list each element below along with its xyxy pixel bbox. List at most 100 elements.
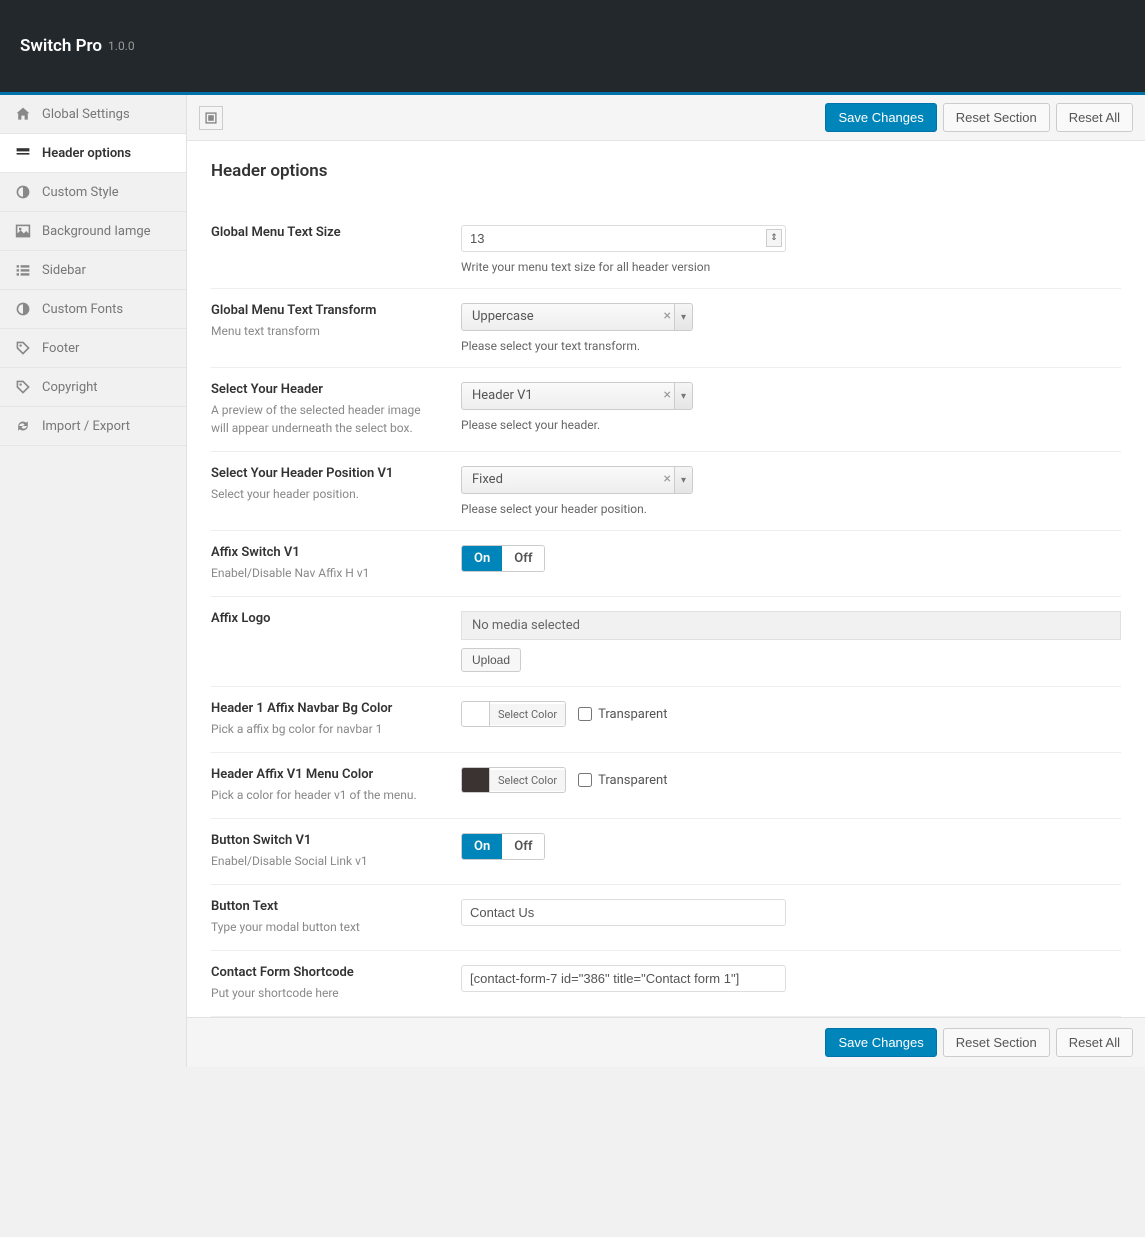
half-circle-icon [14,183,32,201]
clear-icon[interactable]: × [664,387,671,403]
sidebar-item-label: Custom Fonts [42,302,123,317]
tag-icon [14,339,32,357]
expand-icon[interactable] [199,106,223,130]
image-icon [14,222,32,240]
select-value: Header V1 [461,382,693,410]
field-desc: Pick a affix bg color for navbar 1 [211,720,441,738]
sidebar-item-header-options[interactable]: Header options [0,134,186,173]
field-label: Select Your Header Position V1 [211,466,441,481]
reset-all-button[interactable]: Reset All [1056,103,1133,132]
clear-icon[interactable]: × [664,471,671,487]
product-name: Switch Pro [20,36,102,56]
transparent-checkbox[interactable]: Transparent [578,773,667,788]
field-label: Affix Logo [211,611,441,626]
field-label: Affix Switch V1 [211,545,441,560]
half-circle-icon [14,300,32,318]
field-desc: Enabel/Disable Social Link v1 [211,852,441,870]
field-hint: Please select your text transform. [461,339,1121,353]
spinner-icon[interactable]: ⇕ [766,229,782,247]
field-header-position: Select Your Header Position V1 Select yo… [211,452,1121,531]
field-navbar-bg-color: Header 1 Affix Navbar Bg Color Pick a af… [211,687,1121,753]
save-button[interactable]: Save Changes [825,1028,936,1057]
field-hint: Please select your header. [461,418,1121,432]
field-button-switch: Button Switch V1 Enabel/Disable Social L… [211,819,1121,885]
field-desc: Pick a color for header v1 of the menu. [211,786,441,804]
field-hint: Please select your header position. [461,502,1121,516]
text-transform-select[interactable]: Uppercase × ▾ [461,303,693,331]
tag-icon [14,378,32,396]
color-swatch [462,768,490,792]
refresh-icon [14,417,32,435]
sidebar-item-label: Background Iamge [42,224,151,239]
reset-section-button[interactable]: Reset Section [943,1028,1050,1057]
select-color-button[interactable]: Select Color [490,704,565,725]
field-menu-text-transform: Global Menu Text Transform Menu text tra… [211,289,1121,368]
affix-switch-toggle[interactable]: On Off [461,545,545,572]
sidebar-item-custom-fonts[interactable]: Custom Fonts [0,290,186,329]
select-color-button[interactable]: Select Color [490,770,565,791]
list-icon [14,261,32,279]
sidebar-item-label: Custom Style [42,185,119,200]
transparent-checkbox-input[interactable] [578,773,592,787]
toolbar-top: Save Changes Reset Section Reset All [187,95,1145,141]
field-contact-form-shortcode: Contact Form Shortcode Put your shortcod… [211,951,1121,1017]
field-button-text: Button Text Type your modal button text [211,885,1121,951]
field-desc: Select your header position. [211,485,441,503]
sidebar-item-label: Sidebar [42,263,86,278]
transparent-checkbox-input[interactable] [578,707,592,721]
home-icon [14,105,32,123]
toggle-off[interactable]: Off [502,546,544,571]
transparent-checkbox[interactable]: Transparent [578,707,667,722]
button-switch-toggle[interactable]: On Off [461,833,545,860]
sidebar: Global Settings Header options Custom St… [0,95,187,1067]
field-desc: Enabel/Disable Nav Affix H v1 [211,564,441,582]
color-swatch [462,702,490,726]
field-desc: Menu text transform [211,322,441,340]
field-label: Global Menu Text Transform [211,303,441,318]
save-button[interactable]: Save Changes [825,103,936,132]
field-label: Button Switch V1 [211,833,441,848]
reset-section-button[interactable]: Reset Section [943,103,1050,132]
chevron-down-icon[interactable]: ▾ [674,467,692,493]
field-hint: Write your menu text size for all header… [461,260,1121,274]
field-label: Button Text [211,899,441,914]
menu-text-size-input[interactable] [461,225,786,252]
sidebar-item-background-image[interactable]: Background Iamge [0,212,186,251]
shortcode-input[interactable] [461,965,786,992]
sidebar-item-label: Copyright [42,380,98,395]
sidebar-item-custom-style[interactable]: Custom Style [0,173,186,212]
button-text-input[interactable] [461,899,786,926]
field-affix-switch: Affix Switch V1 Enabel/Disable Nav Affix… [211,531,1121,597]
field-affix-logo: Affix Logo No media selected Upload [211,597,1121,687]
sidebar-item-sidebar[interactable]: Sidebar [0,251,186,290]
sidebar-item-footer[interactable]: Footer [0,329,186,368]
field-desc: Type your modal button text [211,918,441,936]
navbar-bg-color-picker[interactable]: Select Color [461,701,566,727]
clear-icon[interactable]: × [664,308,671,324]
sidebar-item-global-settings[interactable]: Global Settings [0,95,186,134]
select-value: Fixed [461,466,693,494]
app-header: Switch Pro 1.0.0 [0,0,1145,95]
card-icon [14,144,32,162]
toggle-off[interactable]: Off [502,834,544,859]
toggle-on[interactable]: On [462,834,502,859]
upload-button[interactable]: Upload [461,648,521,672]
toggle-on[interactable]: On [462,546,502,571]
menu-color-picker[interactable]: Select Color [461,767,566,793]
transparent-label: Transparent [598,707,667,722]
field-menu-color: Header Affix V1 Menu Color Pick a color … [211,753,1121,819]
transparent-label: Transparent [598,773,667,788]
sidebar-item-copyright[interactable]: Copyright [0,368,186,407]
sidebar-item-label: Global Settings [42,107,130,122]
sidebar-item-import-export[interactable]: Import / Export [0,407,186,446]
header-position-select[interactable]: Fixed × ▾ [461,466,693,494]
field-label: Contact Form Shortcode [211,965,441,980]
field-label: Global Menu Text Size [211,225,441,240]
sidebar-item-label: Import / Export [42,419,130,434]
field-menu-text-size: Global Menu Text Size ⇕ Write your menu … [211,211,1121,289]
chevron-down-icon[interactable]: ▾ [674,304,692,330]
chevron-down-icon[interactable]: ▾ [674,383,692,409]
header-select[interactable]: Header V1 × ▾ [461,382,693,410]
sidebar-item-label: Header options [42,146,131,161]
reset-all-button[interactable]: Reset All [1056,1028,1133,1057]
